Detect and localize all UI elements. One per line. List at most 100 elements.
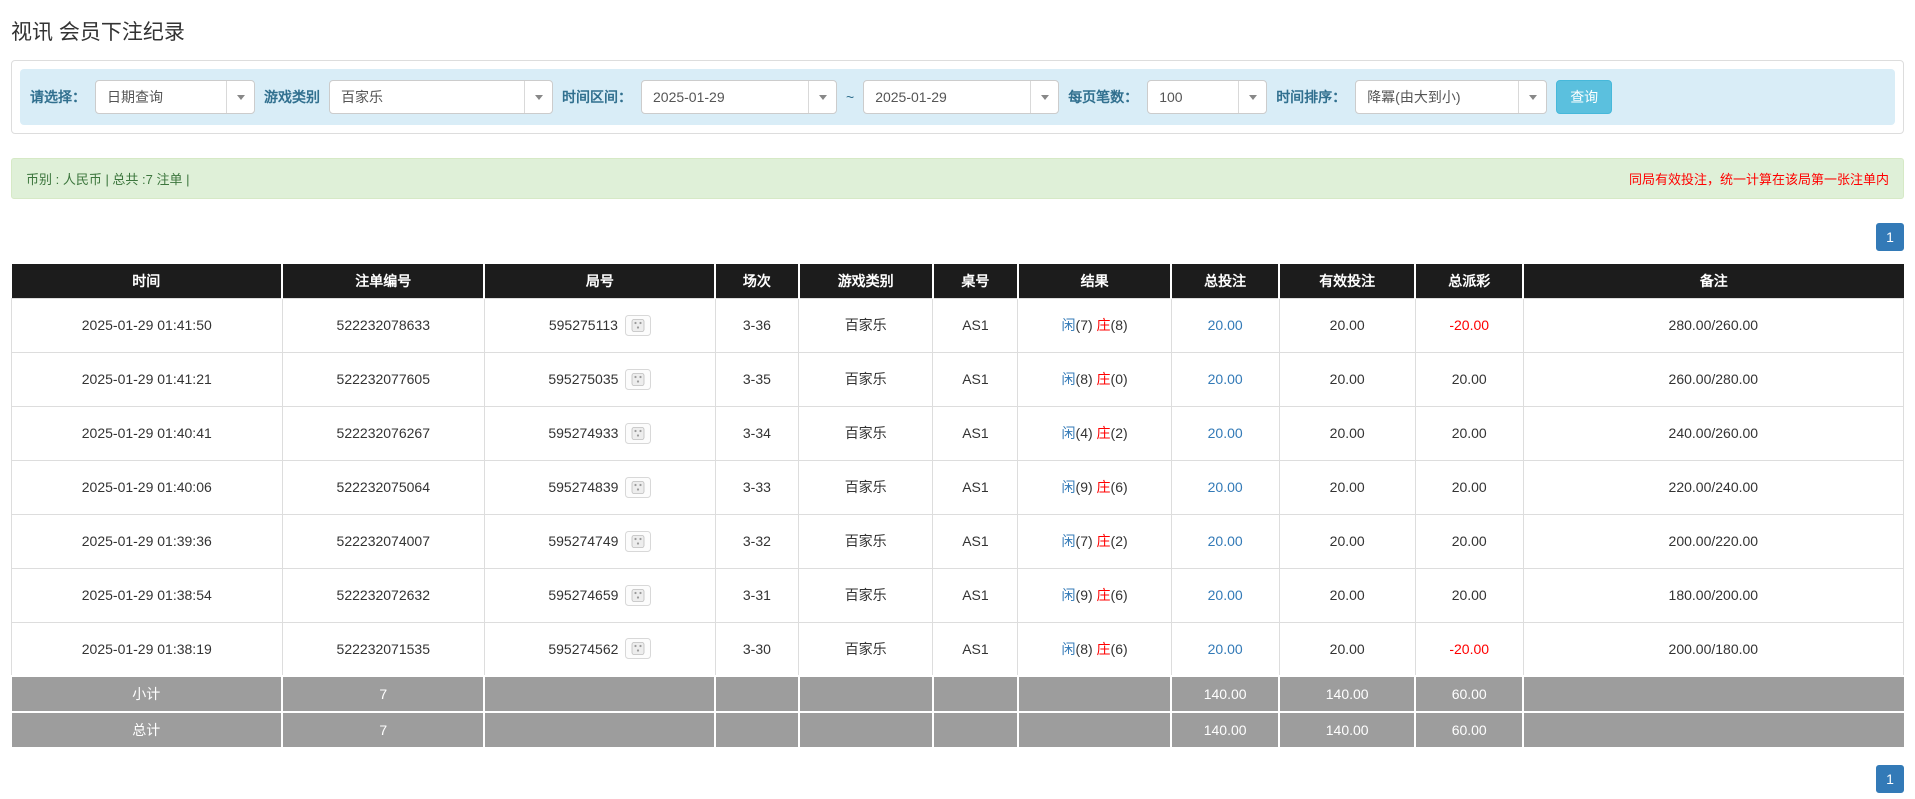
chevron-down-icon [808, 81, 836, 113]
summary-notice: 同局有效投注，统一计算在该局第一张注单内 [1628, 172, 1889, 187]
column-header: 有效投注 [1278, 264, 1417, 298]
table-row: 2025-01-29 01:41:50 522232078633 5952751… [11, 297, 1905, 353]
footer-empty-cell [1522, 675, 1904, 713]
bet-records-table: 时间 注单编号 局号 场次 游戏类别 桌号 结果 总投注 有效投注 总派彩 备注 2025-01-2… [11, 264, 1905, 749]
chevron-down-icon [1238, 81, 1267, 113]
round-number: 595274839 [548, 479, 619, 495]
chevron-down-icon [226, 81, 254, 113]
cell-valid-bet: 20.00 [1278, 351, 1416, 407]
result-banker: 庄 [1096, 640, 1111, 657]
game-type-value: 百家乐 [341, 89, 383, 105]
round-number: 595274749 [548, 533, 619, 549]
table-row: 2025-01-29 01:41:21 522232077605 5952750… [11, 351, 1905, 407]
sort-label: 时间排序： [1276, 89, 1347, 105]
cell-remark: 260.00/280.00 [1522, 351, 1905, 407]
cell-round-number: 595274749 [483, 513, 716, 569]
total-bet-link[interactable]: 20.00 [1208, 479, 1243, 495]
column-header: 结果 [1016, 264, 1173, 298]
cell-round-number: 595275035 [483, 351, 716, 407]
summary-bar: 币别 : 人民币 | 总共 :7 注单 | 同局有效投注，统一计算在该局第一张注… [11, 158, 1904, 199]
total-bet-link[interactable]: 20.00 [1208, 641, 1243, 657]
cell-table-number: AS1 [932, 351, 1019, 407]
table-body: 2025-01-29 01:41:50 522232078633 5952751… [11, 297, 1905, 749]
date-from-select[interactable]: 2025-01-29 [641, 80, 837, 114]
total-bet-link[interactable]: 20.00 [1208, 587, 1243, 603]
sort-select[interactable]: 降冪(由大到小) [1355, 80, 1548, 114]
column-header: 注单编号 [281, 264, 486, 298]
page-size-value: 100 [1159, 89, 1183, 105]
cell-session: 3-34 [714, 405, 800, 461]
game-replay-icon[interactable] [625, 638, 652, 660]
date-to-select[interactable]: 2025-01-29 [863, 80, 1060, 114]
time-range-label: 时间区间： [562, 89, 632, 105]
game-replay-icon[interactable] [625, 584, 652, 606]
game-replay-icon[interactable] [625, 476, 652, 498]
cell-total-bet: 20.00 [1170, 567, 1280, 623]
sort-value: 降冪(由大到小) [1367, 89, 1461, 105]
pagination-bottom: 1 [11, 765, 1904, 799]
cell-result: 闲(7) 庄(8) [1017, 297, 1172, 353]
footer-total-bet-cell: 140.00 [1170, 711, 1281, 749]
game-replay-icon[interactable] [624, 314, 651, 336]
cell-session: 3-35 [714, 351, 800, 407]
round-number: 595275035 [548, 371, 619, 387]
result-player: 闲 [1061, 640, 1076, 657]
choose-label: 请选择： [30, 89, 86, 105]
cell-remark: 240.00/260.00 [1522, 405, 1905, 461]
cell-time: 2025-01-29 01:41:21 [11, 351, 283, 407]
table-footer-row: 总计 7 140.00 140.00 60.00 [11, 711, 1904, 749]
round-number: 595274933 [548, 425, 619, 441]
cell-time: 2025-01-29 01:41:50 [11, 297, 283, 353]
table-header-row: 时间 注单编号 局号 场次 游戏类别 桌号 结果 总投注 有效投注 总派彩 备注 [11, 264, 1904, 298]
cell-session: 3-33 [714, 459, 800, 515]
cell-table-number: AS1 [932, 567, 1019, 623]
cell-table-number: AS1 [932, 513, 1019, 569]
game-replay-icon[interactable] [625, 422, 652, 444]
footer-count-cell: 7 [281, 711, 486, 749]
page-size-select[interactable]: 100 [1147, 80, 1268, 114]
footer-payout-cell: 60.00 [1414, 711, 1525, 749]
total-bet-link[interactable]: 20.00 [1208, 317, 1243, 333]
cell-remark: 280.00/260.00 [1522, 297, 1905, 353]
chevron-down-icon [1030, 81, 1059, 113]
page-container: 视讯 会员下注纪录 请选择： 日期查询 游戏类别 百家乐 时间区间： 2025-… [0, 16, 1915, 799]
cell-game-type: 百家乐 [798, 297, 934, 353]
date-from-value: 2025-01-29 [653, 89, 725, 105]
result-player: 闲 [1061, 479, 1076, 495]
cell-time: 2025-01-29 01:40:41 [11, 405, 283, 461]
result-player: 闲 [1061, 533, 1076, 549]
total-bet-link[interactable]: 20.00 [1208, 533, 1243, 549]
game-replay-icon[interactable] [625, 530, 652, 552]
summary-text: 币别 : 人民币 | 总共 :7 注单 | [26, 172, 190, 187]
search-button[interactable]: 查询 [1556, 80, 1613, 114]
cell-total-bet: 20.00 [1170, 297, 1280, 353]
table-row: 2025-01-29 01:40:06 522232075064 5952748… [11, 459, 1905, 515]
cell-bet-number: 522232074007 [281, 513, 485, 569]
result-player: 闲 [1061, 425, 1076, 441]
page-1-button[interactable]: 1 [1876, 765, 1904, 793]
game-type-select[interactable]: 百家乐 [329, 80, 553, 114]
cell-game-type: 百家乐 [798, 567, 934, 623]
cell-payout: -20.00 [1414, 621, 1524, 677]
chevron-down-icon [1518, 81, 1547, 113]
cell-valid-bet: 20.00 [1278, 405, 1416, 461]
footer-empty-cell [1016, 675, 1173, 713]
result-banker: 庄 [1096, 371, 1111, 387]
cell-result: 闲(4) 庄(2) [1017, 405, 1172, 461]
footer-total-bet-cell: 140.00 [1170, 675, 1281, 713]
cell-valid-bet: 20.00 [1278, 459, 1416, 515]
table-row: 2025-01-29 01:38:19 522232071535 5952745… [11, 621, 1905, 677]
cell-table-number: AS1 [932, 297, 1019, 353]
cell-bet-number: 522232072632 [281, 567, 485, 623]
page-1-button[interactable]: 1 [1876, 223, 1904, 251]
cell-total-bet: 20.00 [1170, 351, 1280, 407]
game-replay-icon[interactable] [625, 368, 652, 390]
footer-empty-cell [931, 711, 1019, 749]
cell-bet-number: 522232076267 [281, 405, 485, 461]
total-bet-link[interactable]: 20.00 [1208, 371, 1243, 387]
chevron-down-icon [524, 81, 552, 113]
cell-payout: 20.00 [1414, 459, 1524, 515]
cell-result: 闲(9) 庄(6) [1017, 459, 1172, 515]
query-type-select[interactable]: 日期查询 [95, 80, 255, 114]
total-bet-link[interactable]: 20.00 [1208, 425, 1243, 441]
